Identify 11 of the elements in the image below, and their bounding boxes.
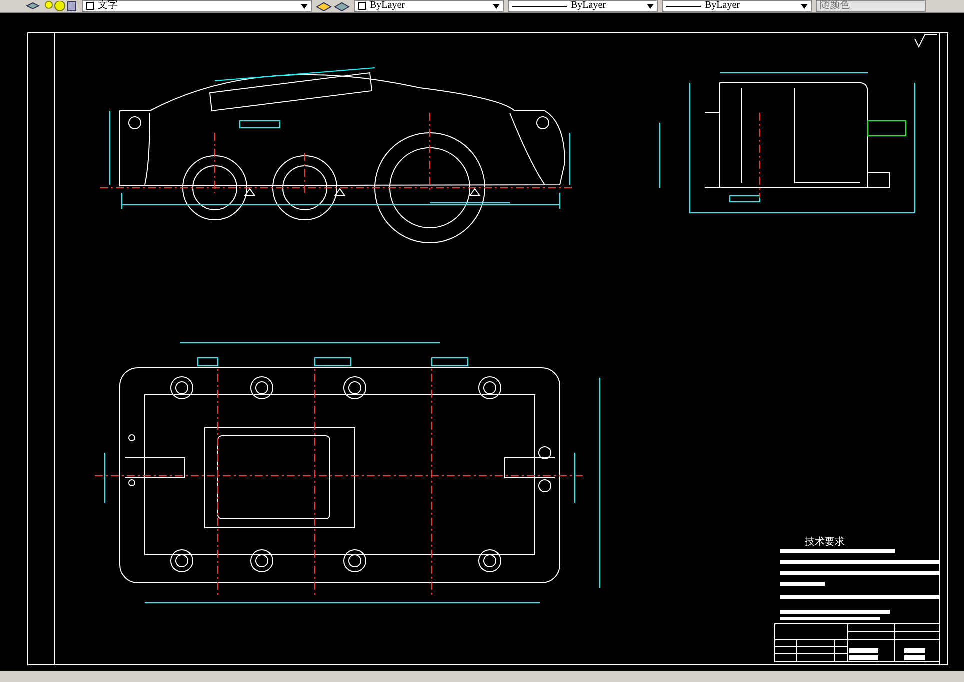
caret-icon[interactable] [493,4,500,8]
caret-icon[interactable] [301,4,308,8]
layers-icon[interactable] [26,0,40,12]
layers-icon[interactable] [316,0,350,12]
roughness-symbol-icon [914,34,938,48]
lineweight-dropdown[interactable]: ByLayer [662,0,812,12]
layer-dropdown[interactable]: ByLayer [354,0,504,12]
caret-icon[interactable] [801,4,808,8]
linetype-dropdown[interactable]: ByLayer [508,0,658,12]
caret-icon[interactable] [647,4,654,8]
notes-title: 技术要求 [805,537,845,548]
